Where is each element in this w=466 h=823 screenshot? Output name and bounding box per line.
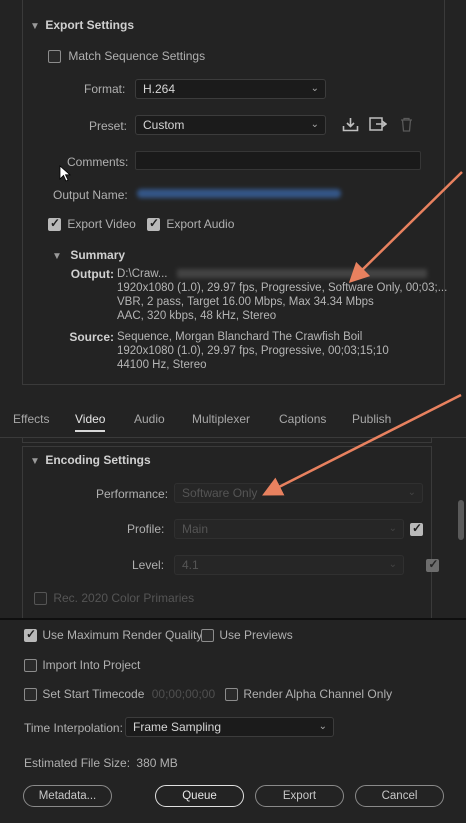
annotation-arrow: [348, 171, 463, 284]
annotation-overlay: [262, 171, 463, 496]
annotation-arrow: [262, 393, 462, 496]
